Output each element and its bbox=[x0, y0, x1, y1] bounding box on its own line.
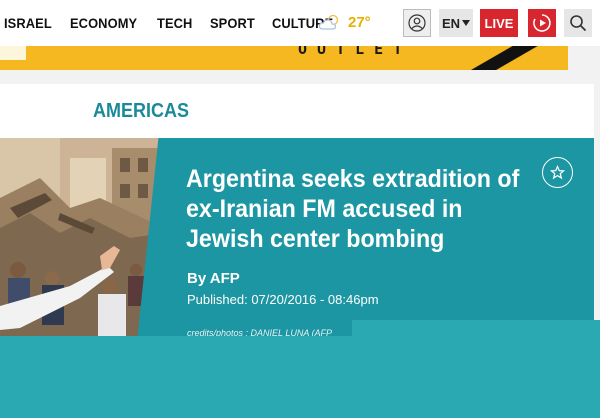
section-header bbox=[0, 84, 594, 138]
caret-down-icon bbox=[462, 20, 471, 26]
user-account-button[interactable] bbox=[403, 9, 431, 37]
nav-item-israel[interactable]: ISRAEL bbox=[4, 15, 52, 31]
article-headline[interactable]: Argentina seeks extradition of ex-Irania… bbox=[186, 164, 521, 254]
play-circle-icon bbox=[533, 14, 551, 32]
section-title[interactable]: AMERICAS bbox=[93, 100, 189, 123]
nav-menu: ISRAEL ECONOMY TECH SPORT CULTURE bbox=[4, 0, 339, 46]
article-photo bbox=[0, 138, 164, 336]
user-icon bbox=[408, 14, 426, 32]
nav-item-sport[interactable]: SPORT bbox=[210, 15, 255, 31]
top-navigation: ISRAEL ECONOMY TECH SPORT CULTURE 27° EN… bbox=[0, 0, 600, 46]
favorite-button[interactable] bbox=[542, 157, 573, 188]
live-button[interactable]: LIVE bbox=[480, 9, 518, 37]
ad-graphic bbox=[470, 46, 568, 70]
language-label: EN bbox=[441, 15, 461, 31]
weather-widget: 27° bbox=[318, 12, 371, 32]
ad-choices-tag[interactable] bbox=[0, 46, 26, 60]
search-icon bbox=[570, 15, 587, 32]
video-button[interactable] bbox=[528, 9, 556, 37]
nav-item-economy[interactable]: ECONOMY bbox=[70, 15, 137, 31]
cloud-sun-icon bbox=[318, 14, 339, 30]
article-published-date: Published: 07/20/2016 - 08:46pm bbox=[187, 292, 379, 307]
star-icon bbox=[550, 165, 565, 180]
ad-text: OUTLET bbox=[298, 46, 413, 58]
search-button[interactable] bbox=[564, 9, 592, 37]
bombing-scene-image bbox=[0, 138, 164, 336]
bottom-overlay bbox=[0, 336, 600, 418]
language-selector[interactable]: EN bbox=[439, 9, 473, 37]
advertisement-banner[interactable]: OUTLET bbox=[0, 46, 568, 70]
article-byline: By AFP bbox=[187, 270, 240, 287]
nav-item-tech[interactable]: TECH bbox=[157, 15, 192, 31]
temperature-value: 27° bbox=[348, 13, 371, 31]
